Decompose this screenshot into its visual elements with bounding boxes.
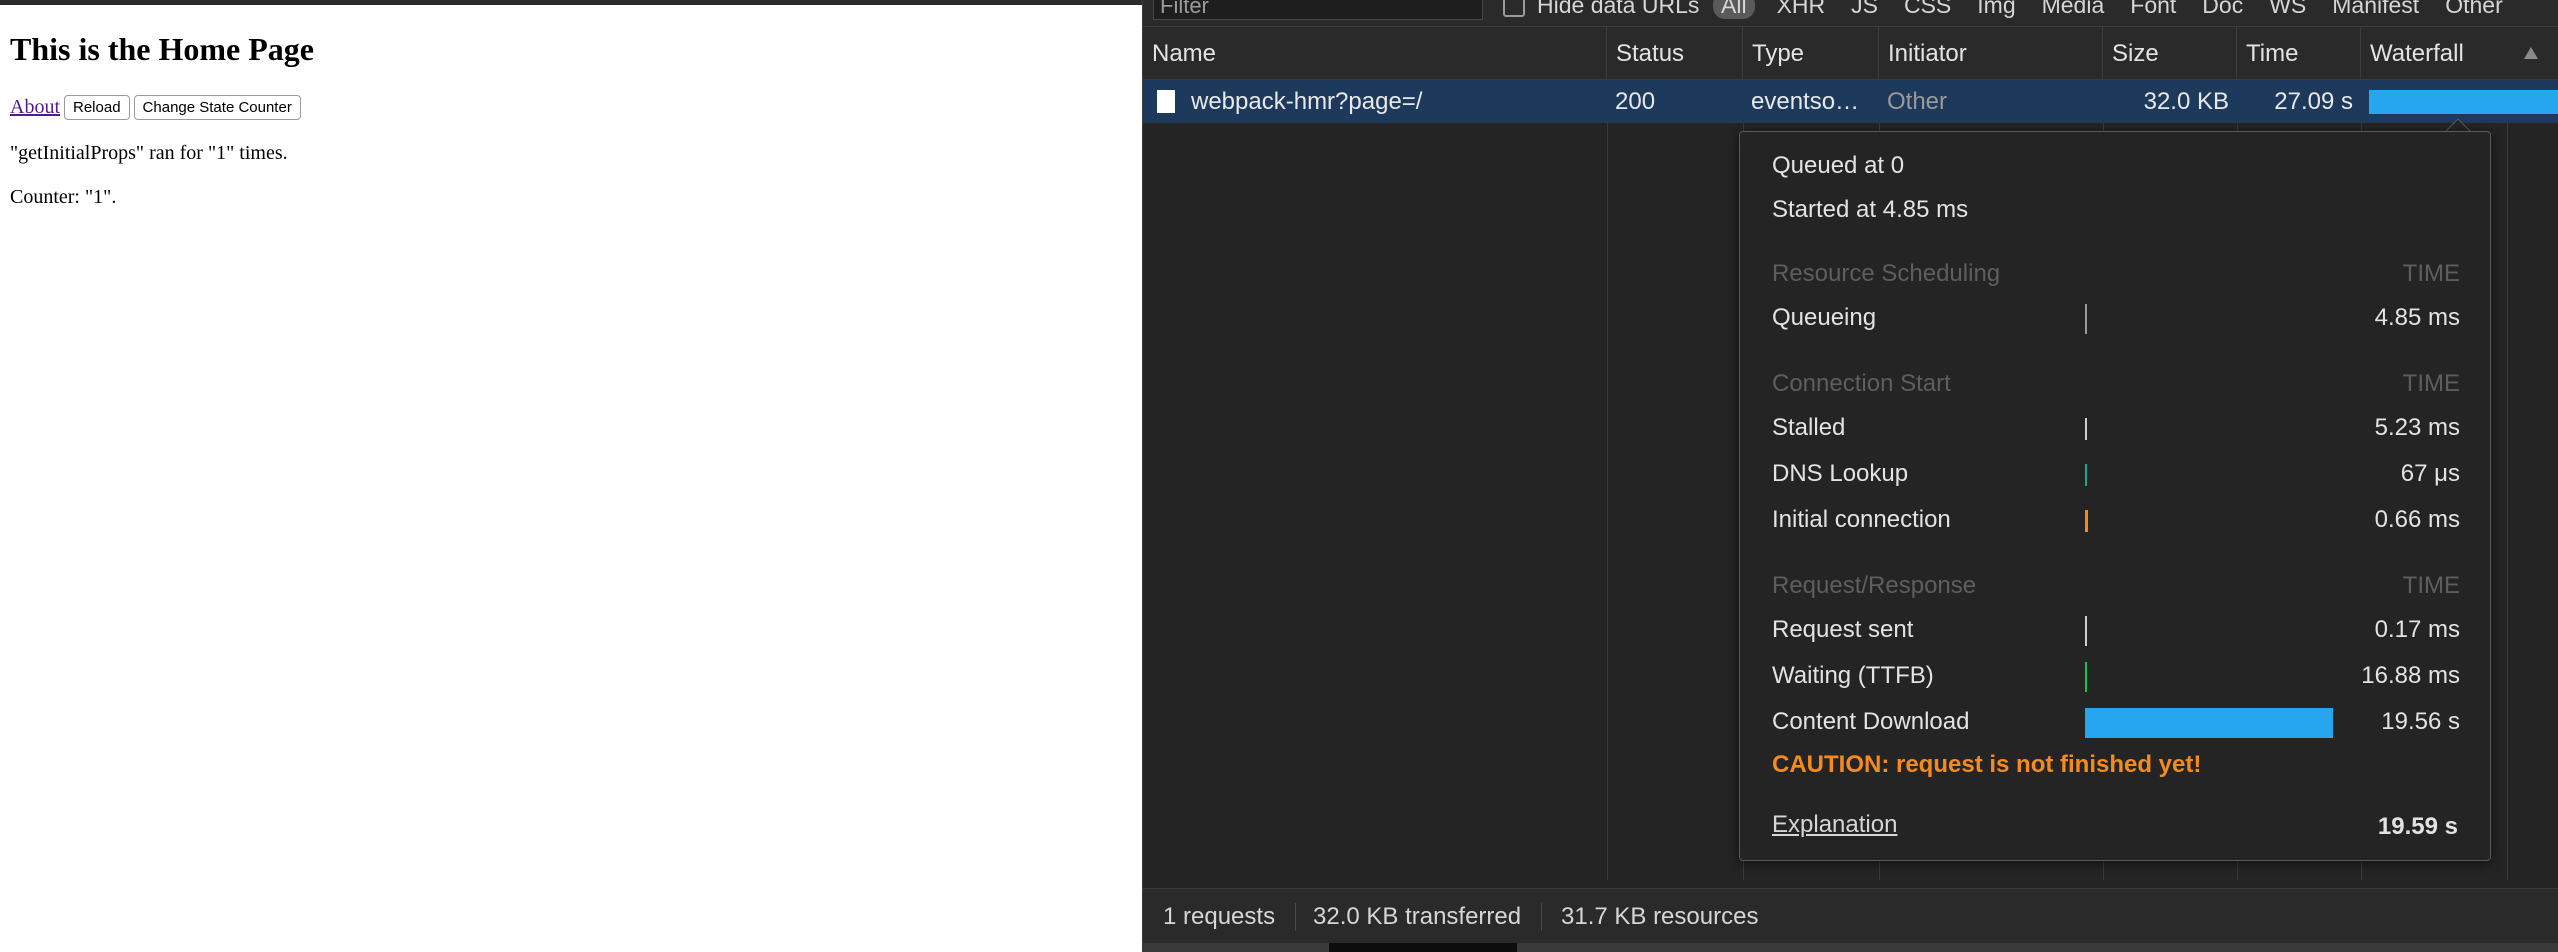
table-row[interactable]: webpack-hmr?page=/ 200 eventso… Other 32…	[1143, 80, 2558, 123]
transferred-size: 32.0 KB transferred	[1313, 903, 1522, 930]
filter-img[interactable]: Img	[1977, 0, 2015, 19]
filter-ws[interactable]: WS	[2269, 0, 2306, 19]
filter-input[interactable]: Filter	[1153, 0, 1483, 20]
filter-bar: Filter Hide data URLs All XHR JS CSS Img…	[1143, 0, 2558, 27]
request-name: webpack-hmr?page=/	[1191, 88, 1423, 115]
props-text: "getInitialProps" ran for "1" times.	[10, 142, 288, 164]
section-resource-scheduling: Resource Scheduling TIME	[1772, 260, 2460, 287]
content-download-bar	[2085, 708, 2333, 738]
scrollbar-thumb[interactable]	[1329, 943, 1517, 952]
filter-js[interactable]: JS	[1851, 0, 1878, 19]
request-initiator: Other	[1887, 88, 1948, 115]
request-time: 27.09 s	[2274, 88, 2353, 115]
hide-data-urls-toggle[interactable]: Hide data URLs	[1503, 0, 1699, 19]
filter-manifest[interactable]: Manifest	[2332, 0, 2419, 19]
timing-row-waiting-ttfb: Waiting (TTFB) 16.88 ms	[1772, 662, 2460, 692]
column-name[interactable]: Name	[1143, 27, 1607, 80]
timing-row-queueing: Queueing 4.85 ms	[1772, 304, 2460, 334]
timing-row-initial-connection: Initial connection 0.66 ms	[1772, 506, 2460, 533]
request-type: eventso…	[1751, 88, 1860, 115]
request-count: 1 requests	[1163, 903, 1276, 930]
filter-all[interactable]: All	[1713, 0, 1755, 19]
checkbox-icon[interactable]	[1503, 0, 1525, 17]
filter-doc[interactable]: Doc	[2202, 0, 2243, 19]
column-size[interactable]: Size	[2103, 27, 2237, 80]
section-connection-start: Connection Start TIME	[1772, 370, 2460, 397]
timing-total: 19.59 s	[2377, 813, 2458, 840]
counter-text: Counter: "1".	[10, 186, 117, 208]
resources-size: 31.7 KB resources	[1561, 903, 1759, 930]
column-initiator[interactable]: Initiator	[1879, 27, 2103, 80]
column-status[interactable]: Status	[1607, 27, 1743, 80]
filter-xhr[interactable]: XHR	[1777, 0, 1826, 19]
waterfall-bar[interactable]	[2369, 90, 2558, 114]
explanation-link[interactable]: Explanation	[1772, 811, 1897, 839]
document-icon	[1157, 90, 1175, 113]
change-state-counter-button[interactable]: Change State Counter	[133, 95, 301, 120]
page-viewport: This is the Home Page About Reload Chang…	[0, 0, 1142, 952]
filter-other[interactable]: Other	[2445, 0, 2503, 19]
timing-row-dns-lookup: DNS Lookup 67 μs	[1772, 460, 2460, 487]
column-type[interactable]: Type	[1743, 27, 1879, 80]
devtools-network-panel: Filter Hide data URLs All XHR JS CSS Img…	[1142, 0, 2558, 952]
nav-row: About Reload Change State Counter	[10, 95, 301, 120]
page-title: This is the Home Page	[10, 31, 314, 67]
section-request-response: Request/Response TIME	[1772, 572, 2460, 599]
filter-css[interactable]: CSS	[1904, 0, 1951, 19]
type-filter-group: All XHR JS CSS Img Media Font Doc WS Man…	[1713, 0, 2529, 19]
timing-row-request-sent: Request sent 0.17 ms	[1772, 616, 2460, 646]
horizontal-scrollbar[interactable]	[1143, 943, 2558, 952]
caution-message: CAUTION: request is not finished yet!	[1772, 751, 2202, 778]
request-status: 200	[1615, 88, 1656, 115]
filter-media[interactable]: Media	[2042, 0, 2105, 19]
timing-row-stalled: Stalled 5.23 ms	[1772, 414, 2460, 441]
status-bar: 1 requests 32.0 KB transferred 31.7 KB r…	[1143, 888, 2558, 943]
table-header: Name Status Type Initiator Size Time Wat…	[1143, 27, 2558, 80]
timing-row-content-download: Content Download 19.56 s	[1772, 708, 2460, 738]
column-waterfall[interactable]: Waterfall	[2361, 27, 2509, 80]
reload-button[interactable]: Reload	[64, 95, 130, 120]
timing-tooltip: Queued at 0 Started at 4.85 ms Resource …	[1739, 131, 2491, 861]
column-time[interactable]: Time	[2237, 27, 2361, 80]
request-size: 32.0 KB	[2143, 88, 2229, 115]
started-at: Started at 4.85 ms	[1772, 196, 1969, 223]
triangle-up-icon[interactable]	[2523, 46, 2539, 60]
about-link[interactable]: About	[10, 96, 60, 119]
queued-at: Queued at 0	[1772, 152, 1905, 179]
filter-font[interactable]: Font	[2130, 0, 2176, 19]
hide-data-urls-label: Hide data URLs	[1537, 0, 1700, 18]
